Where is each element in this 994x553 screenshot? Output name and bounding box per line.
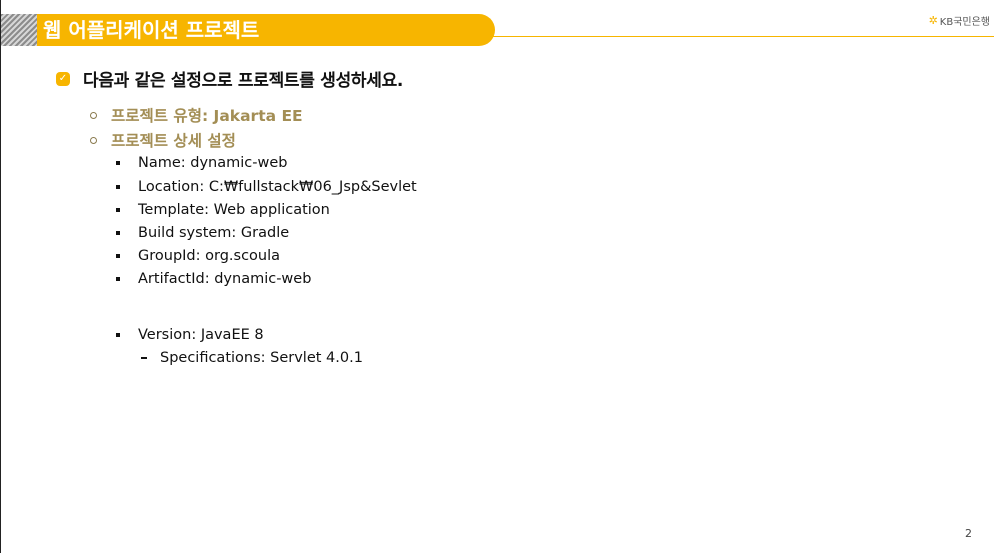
setting-text: Name: dynamic-web [138,155,288,171]
setting-text: Specifications: Servlet 4.0.1 [160,350,363,366]
square-bullet-icon [116,185,120,189]
setting-group-id: GroupId: org.scoula [116,248,280,264]
check-icon: ✓ [56,71,70,86]
sub-bullet-project-type: 프로젝트 유형: Jakarta EE [90,104,303,126]
setting-text: ArtifactId: dynamic-web [138,271,312,287]
sub-bullet-text: 프로젝트 유형: Jakarta EE [111,107,303,125]
page-number: 2 [965,527,972,540]
setting-artifact-id: ArtifactId: dynamic-web [116,271,311,287]
kb-logo-text: KB국민은행 [939,17,990,28]
kb-star-icon: ✲ [928,14,938,27]
kb-logo: ✲ KB국민은행 [929,13,990,28]
header-hatch-decoration [1,14,37,46]
setting-text: GroupId: org.scoula [138,248,281,264]
sub-bullet-text: 프로젝트 상세 설정 [111,132,236,150]
sub-bullet-project-details: 프로젝트 상세 설정 [90,129,236,151]
square-bullet-icon [116,231,120,235]
circle-bullet-icon [90,136,97,144]
slide-header: 웹 어플리케이션 프로젝트 ✲ KB국민은행 [0,0,994,46]
setting-specifications: Specifications: Servlet 4.0.1 [141,350,363,366]
square-bullet-icon [116,254,120,258]
main-bullet-text: 다음과 같은 설정으로 프로젝트를 생성하세요. [83,71,404,91]
slide-left-border [0,0,1,553]
square-bullet-icon [116,208,120,212]
square-bullet-icon [116,161,120,165]
setting-template: Template: Web application [116,202,330,218]
dash-bullet-icon [141,357,147,359]
square-bullet-icon [116,333,120,337]
setting-text: Build system: Gradle [138,225,290,241]
setting-build-system: Build system: Gradle [116,225,289,241]
setting-text: Location: C:₩fullstack₩06_Jsp&Sevlet [138,179,417,195]
setting-text: Template: Web application [138,202,330,218]
setting-location: Location: C:₩fullstack₩06_Jsp&Sevlet [116,179,417,195]
setting-text: Version: JavaEE 8 [138,327,264,343]
main-bullet: ✓ 다음과 같은 설정으로 프로젝트를 생성하세요. [56,66,403,91]
square-bullet-icon [116,277,120,281]
setting-name: Name: dynamic-web [116,155,287,171]
circle-bullet-icon [90,111,97,119]
slide-title: 웹 어플리케이션 프로젝트 [43,18,260,42]
setting-version: Version: JavaEE 8 [116,327,264,343]
title-underline [488,36,994,37]
